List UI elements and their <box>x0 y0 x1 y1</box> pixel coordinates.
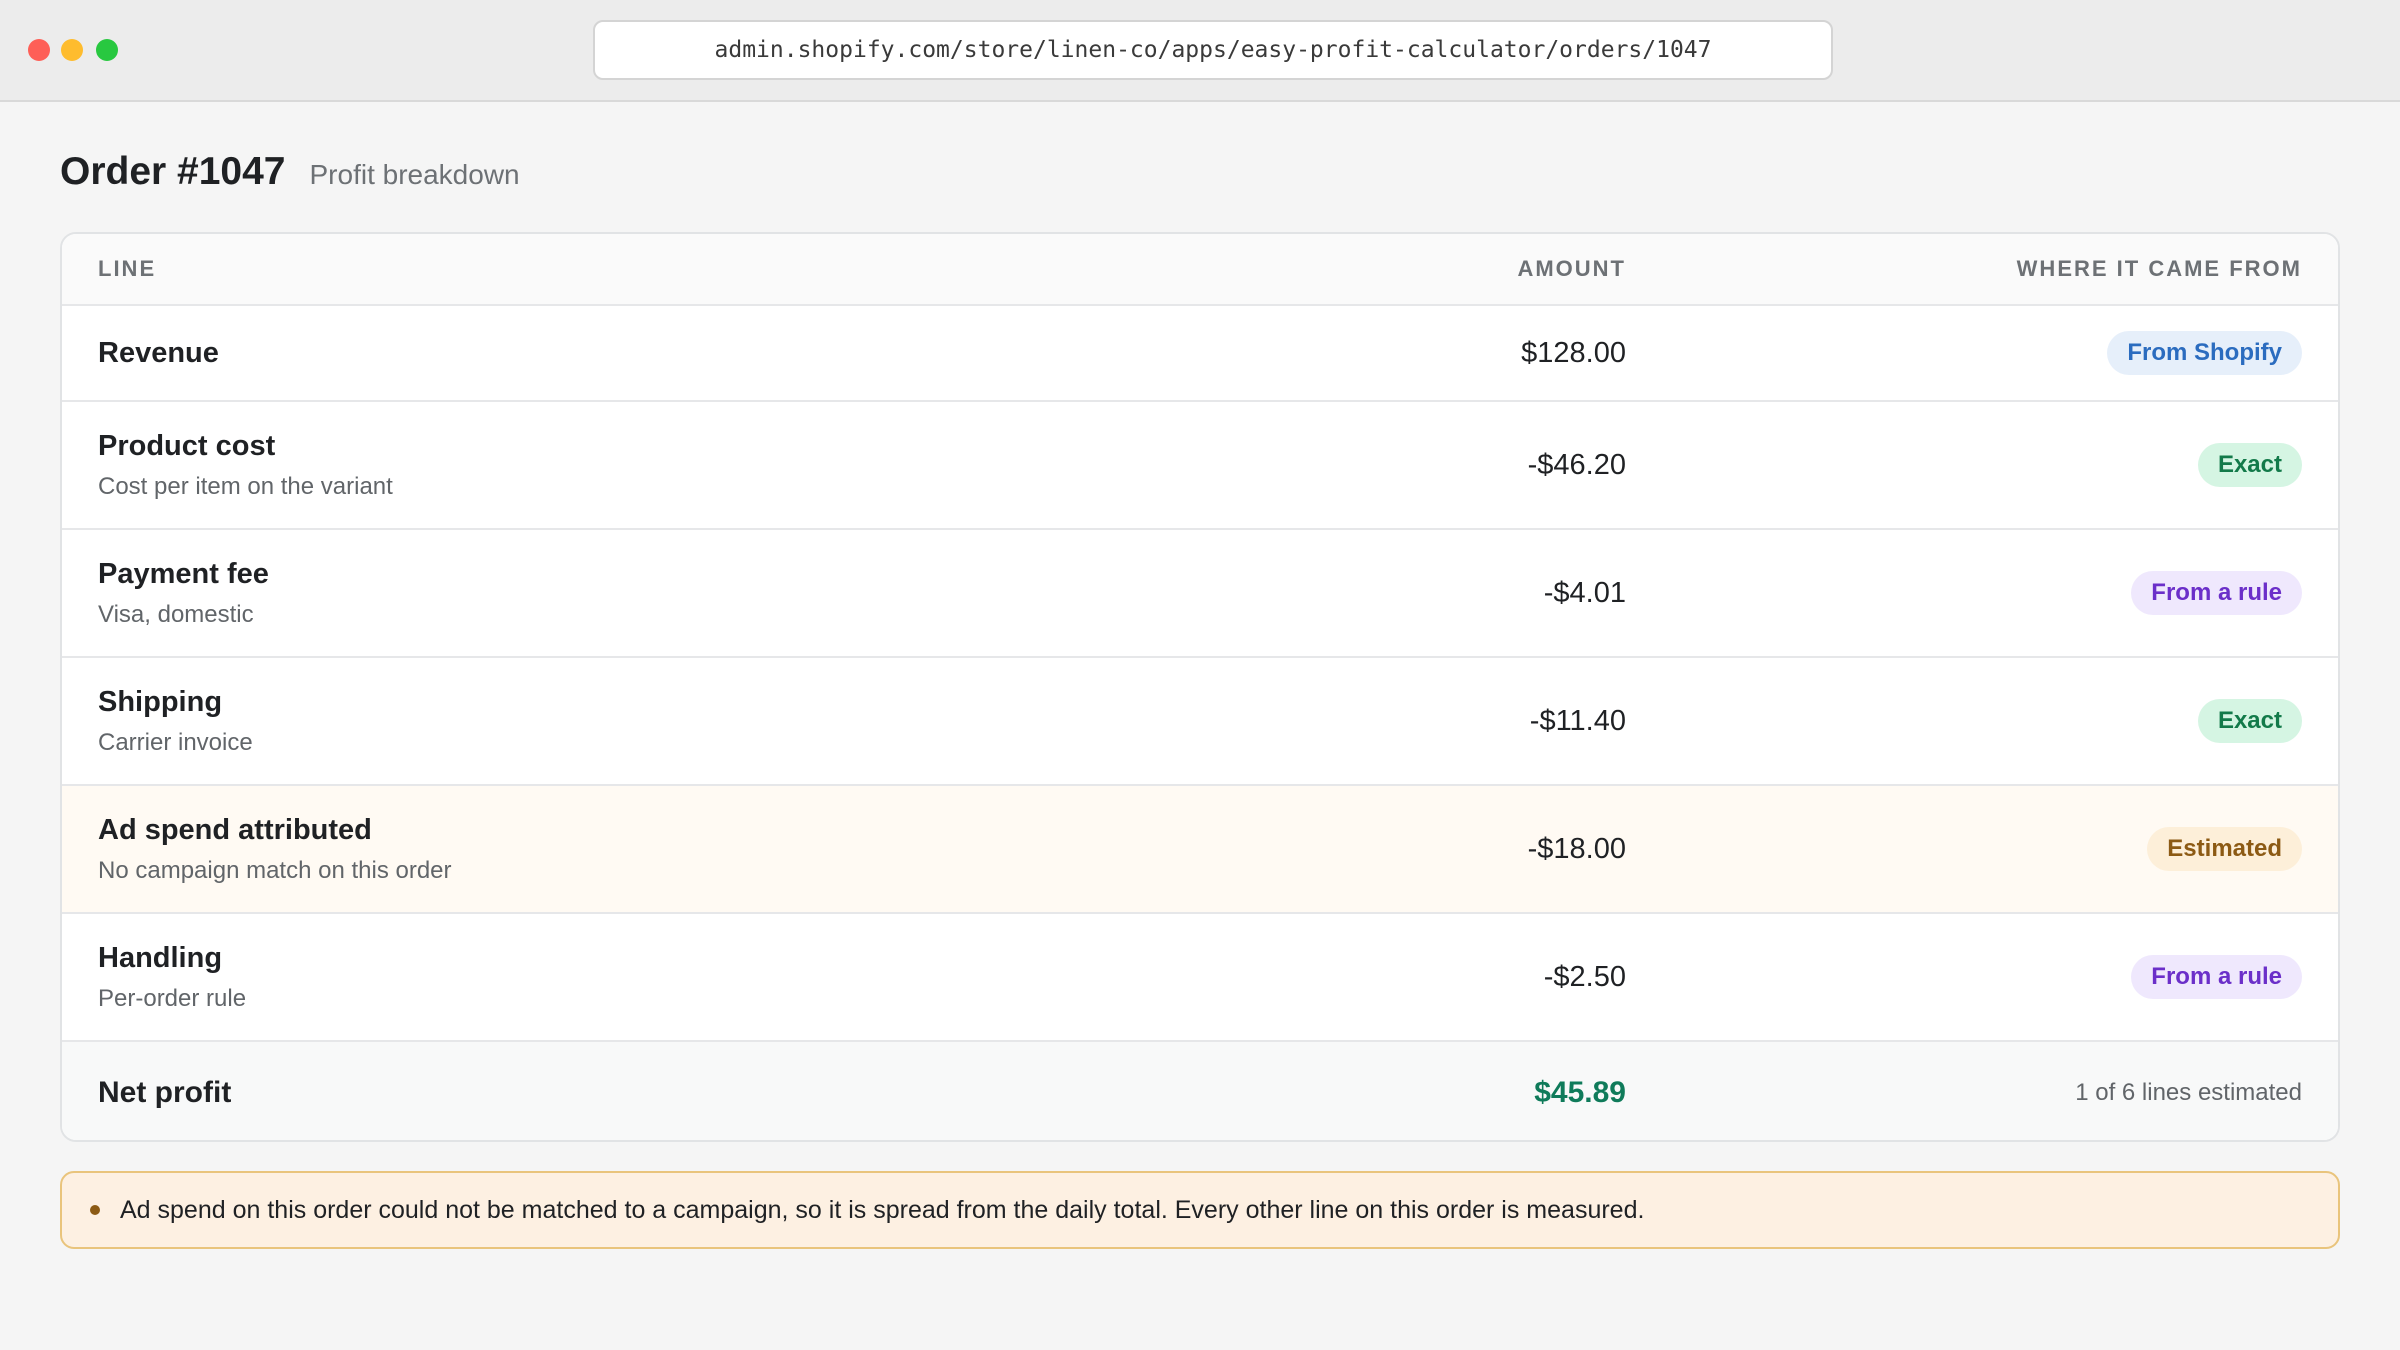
table-row-payment-fee: Payment fee Visa, domestic -$4.01 From a… <box>62 530 2338 658</box>
table-row-product-cost: Product cost Cost per item on the varian… <box>62 402 2338 530</box>
table-row-revenue: Revenue $128.00 From Shopify <box>62 306 2338 402</box>
source-badge: Exact <box>2197 443 2302 487</box>
line-description: Per-order rule <box>98 984 247 1012</box>
net-profit-label: Net profit <box>98 1076 232 1109</box>
estimate-notice: Ad spend on this order could not be matc… <box>60 1171 2340 1249</box>
line-name: Shipping <box>98 685 223 718</box>
line-amount: -$46.20 <box>1527 448 1626 481</box>
source-badge: From a rule <box>2131 571 2302 615</box>
line-amount: -$18.00 <box>1527 832 1626 865</box>
line-name: Product cost <box>98 429 276 462</box>
table-row-ad-spend: Ad spend attributed No campaign match on… <box>62 786 2338 914</box>
page-title: Order #1047 <box>60 150 286 193</box>
table-row-net-profit: Net profit $45.89 1 of 6 lines estimated <box>62 1042 2338 1140</box>
line-name: Handling <box>98 941 223 974</box>
line-amount: $128.00 <box>1521 336 1626 369</box>
address-bar[interactable]: admin.shopify.com/store/linen-co/apps/ea… <box>593 20 1833 80</box>
header-source: WHERE IT CAME FROM <box>2016 256 2302 281</box>
estimated-lines-note: 1 of 6 lines estimated <box>2075 1079 2302 1106</box>
header-amount: AMOUNT <box>1517 256 1626 281</box>
header-line: LINE <box>98 256 157 281</box>
line-name: Payment fee <box>98 557 269 590</box>
line-description: Visa, domestic <box>98 600 254 628</box>
profit-breakdown-table: LINE AMOUNT WHERE IT CAME FROM Revenue $… <box>60 232 2340 1142</box>
bullet-dot-icon <box>90 1205 100 1215</box>
line-description: Cost per item on the variant <box>98 472 393 500</box>
source-badge: Exact <box>2197 699 2302 743</box>
line-name: Ad spend attributed <box>98 813 372 846</box>
browser-chrome: admin.shopify.com/store/linen-co/apps/ea… <box>0 0 2400 102</box>
line-amount: -$4.01 <box>1543 576 1626 609</box>
line-amount: -$11.40 <box>1529 704 1626 737</box>
maximize-window-icon[interactable] <box>96 39 118 61</box>
line-amount: -$2.50 <box>1543 960 1626 993</box>
page-heading: Order #1047 Profit breakdown <box>60 150 520 194</box>
minimize-window-icon[interactable] <box>61 39 83 61</box>
table-row-shipping: Shipping Carrier invoice -$11.40 Exact <box>62 658 2338 786</box>
line-description: No campaign match on this order <box>98 856 452 884</box>
source-badge: From a rule <box>2131 955 2302 999</box>
source-badge: From Shopify <box>2107 331 2302 375</box>
page-subtitle: Profit breakdown <box>309 159 520 190</box>
line-description: Carrier invoice <box>98 728 253 756</box>
line-name: Revenue <box>98 336 219 369</box>
net-profit-amount: $45.89 <box>1534 1076 1626 1109</box>
close-window-icon[interactable] <box>28 39 50 61</box>
table-row-handling: Handling Per-order rule -$2.50 From a ru… <box>62 914 2338 1042</box>
notice-text: Ad spend on this order could not be matc… <box>120 1195 1645 1224</box>
table-header: LINE AMOUNT WHERE IT CAME FROM <box>62 234 2338 306</box>
source-badge: Estimated <box>2147 827 2302 871</box>
